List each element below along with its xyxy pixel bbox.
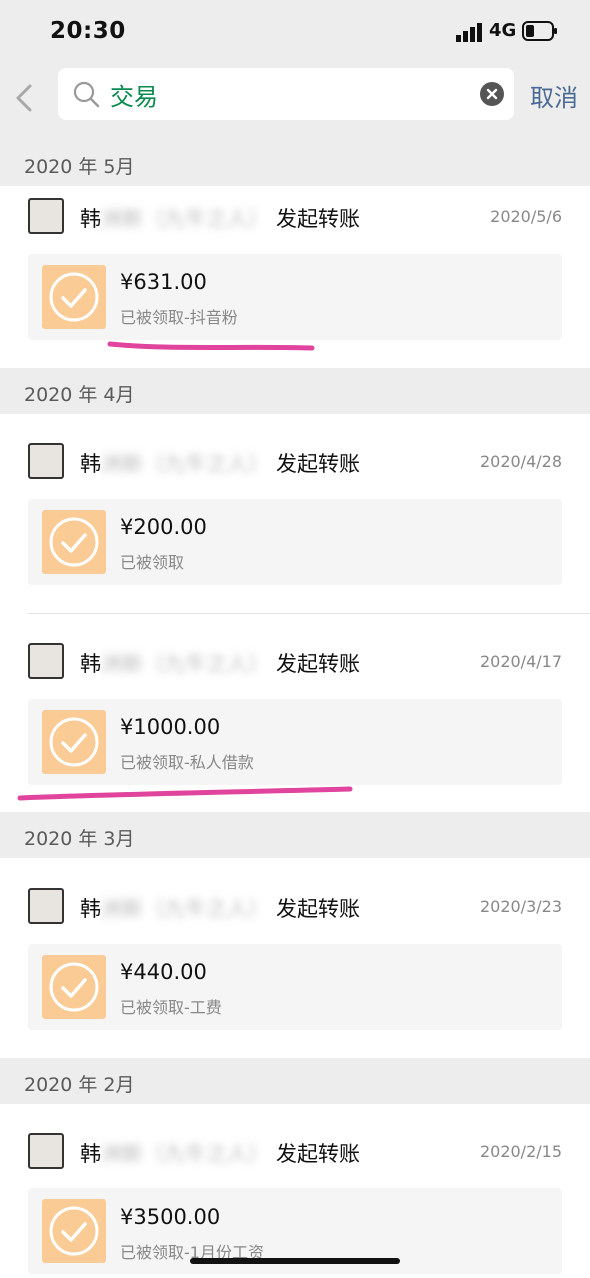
transfer-status: 已被领取 (120, 553, 185, 572)
transfer-received-icon (42, 955, 106, 1019)
transfer-amount: ¥3500.00 (120, 1205, 221, 1229)
transaction-action: 发起转账 (276, 652, 360, 676)
sender-name: 韩洲新（九牛之人） (80, 652, 269, 676)
transfer-amount: ¥440.00 (120, 960, 207, 984)
sender-name: 韩洲新（九牛之人） (80, 1142, 269, 1166)
sender-name: 韩洲新（九牛之人） (80, 897, 269, 921)
divider (28, 613, 590, 614)
transfer-received-icon (42, 510, 106, 574)
signal-icon (456, 23, 482, 42)
transfer-status: 已被领取-抖音粉 (120, 308, 238, 327)
battery-icon (522, 21, 557, 41)
avatar (28, 643, 64, 679)
transfer-amount: ¥1000.00 (120, 715, 221, 739)
transfer-received-icon (42, 710, 106, 774)
avatar (28, 198, 64, 234)
section-label: 2020 年 2月 (24, 1074, 135, 1096)
transfer-amount: ¥200.00 (120, 515, 207, 539)
transfer-amount: ¥631.00 (120, 270, 207, 294)
transfer-card[interactable] (28, 699, 562, 785)
transfer-received-icon (42, 265, 106, 329)
search-input[interactable] (110, 74, 470, 114)
transfer-status: 已被领取-私人借款 (120, 753, 254, 772)
transaction-action: 发起转账 (276, 897, 360, 921)
clear-search-icon[interactable] (480, 82, 504, 106)
transaction-date: 2020/2/15 (479, 1142, 562, 1161)
avatar (28, 888, 64, 924)
network-type: 4G (489, 20, 517, 41)
transaction-date: 2020/3/23 (479, 897, 562, 916)
transaction-date: 2020/5/6 (490, 207, 562, 226)
transfer-card[interactable] (28, 254, 562, 340)
transaction-action: 发起转账 (276, 1142, 360, 1166)
section-label: 2020 年 4月 (24, 384, 135, 406)
avatar (28, 443, 64, 479)
transaction-date: 2020/4/17 (479, 652, 562, 671)
transaction-action: 发起转账 (276, 452, 360, 476)
section-label: 2020 年 3月 (24, 828, 135, 850)
cancel-button[interactable]: 取消 (530, 78, 578, 113)
avatar (28, 1133, 64, 1169)
transaction-date: 2020/4/28 (479, 452, 562, 471)
transfer-card[interactable] (28, 499, 562, 585)
sender-name: 韩洲新（九牛之人） (80, 452, 269, 476)
transaction-action: 发起转账 (276, 207, 360, 231)
section-label: 2020 年 5月 (24, 156, 135, 178)
home-indicator (190, 1258, 400, 1264)
search-icon (73, 81, 100, 108)
transfer-received-icon (42, 1199, 106, 1263)
transfer-status: 已被领取-工费 (120, 998, 222, 1017)
sender-name: 韩洲新（九牛之人） (80, 207, 269, 231)
transfer-card[interactable] (28, 944, 562, 1030)
status-time: 20:30 (50, 18, 126, 44)
back-icon[interactable] (10, 80, 40, 116)
